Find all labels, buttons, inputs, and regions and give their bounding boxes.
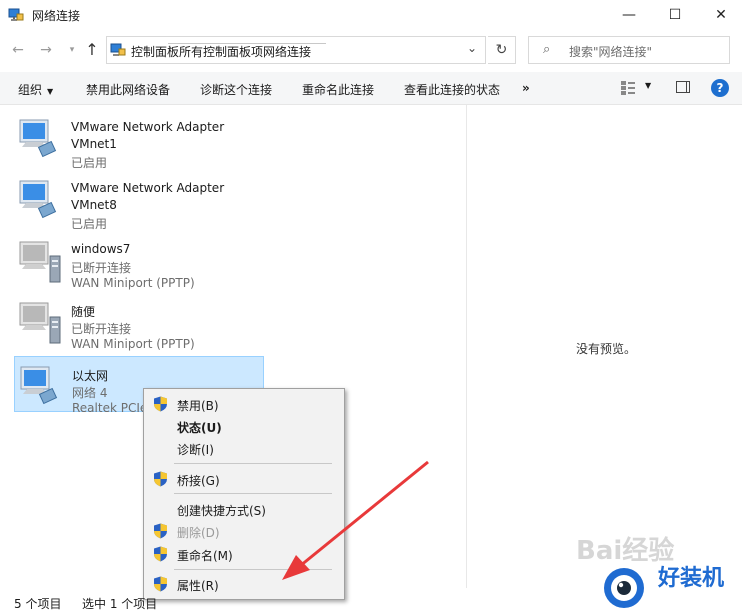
address-bar[interactable]: › 控制面板 › 所有控制面板项 › 网络连接 › ⌄ xyxy=(106,36,486,64)
ethernet-adapter-icon xyxy=(19,119,57,158)
no-preview-text: 没有预览。 xyxy=(576,342,637,356)
pane-divider[interactable] xyxy=(466,105,467,588)
command-bar: 组织 ▼ 禁用此网络设备 诊断这个连接 重命名此连接 查看此连接的状态 » ▼ ? xyxy=(0,72,742,105)
list-item[interactable]: 随便 已断开连接 WAN Miniport (PPTP) xyxy=(14,293,264,351)
uac-shield-icon xyxy=(154,523,167,539)
maximize-button[interactable]: ☐ xyxy=(652,0,698,30)
rename-connection-button[interactable]: 重命名此连接 xyxy=(302,81,374,98)
forward-arrow-icon[interactable]: → xyxy=(36,41,56,59)
vpn-connection-icon xyxy=(19,241,61,283)
breadcrumb-all-control-panel-items[interactable]: 所有控制面板项 xyxy=(179,45,263,59)
uac-shield-icon xyxy=(154,396,167,412)
refresh-icon[interactable]: ↻ xyxy=(488,36,516,64)
list-item[interactable]: VMware Network Adapter VMnet1 已启用 xyxy=(14,110,264,170)
list-item[interactable]: VMware Network Adapter VMnet8 已启用 xyxy=(14,171,264,231)
search-box[interactable]: ⌕ 搜索"网络连接" xyxy=(528,36,730,64)
control-panel-icon xyxy=(110,43,126,56)
back-arrow-icon[interactable]: ← xyxy=(8,41,28,59)
connection-device: Realtek PCIe xyxy=(72,401,148,415)
connection-status: 已断开连接 xyxy=(71,322,132,336)
menu-item-label: 状态(U) xyxy=(177,421,222,435)
up-arrow-icon[interactable]: ↑ xyxy=(82,41,102,59)
address-dropdown-icon[interactable]: ⌄ xyxy=(467,41,477,55)
menu-item-label: 创建快捷方式(S) xyxy=(177,504,266,518)
menu-item-label: 重命名(M) xyxy=(177,549,233,563)
menu-separator xyxy=(174,493,332,494)
disable-device-button[interactable]: 禁用此网络设备 xyxy=(86,81,170,98)
window-title: 网络连接 xyxy=(32,9,81,23)
view-options-icon[interactable] xyxy=(620,80,636,96)
connection-status: 已启用 xyxy=(71,156,108,170)
address-row: ← → ▾ ↑ › 控制面板 › 所有控制面板项 › 网络连接 › ⌄ ↻ ⌕ 搜索"网络连… xyxy=(0,34,742,66)
vpn-connection-icon xyxy=(19,302,61,344)
search-icon: ⌕ xyxy=(543,42,551,57)
network-connections-app-icon xyxy=(8,8,24,21)
title-bar: 网络连接 — ☐ ✕ xyxy=(0,0,742,30)
menu-separator xyxy=(174,463,332,464)
watermark-haozhuangji: 好装机 xyxy=(658,566,725,591)
breadcrumb: › 控制面板 › 所有控制面板项 › 网络连接 › xyxy=(131,43,326,60)
organize-menu-button[interactable]: 组织 ▼ xyxy=(18,81,53,98)
connection-device: WAN Miniport (PPTP) xyxy=(71,337,195,351)
more-commands-button[interactable]: » xyxy=(522,81,530,95)
close-button[interactable]: ✕ xyxy=(698,0,742,30)
ethernet-adapter-icon xyxy=(20,366,58,405)
connection-network: 网络 4 xyxy=(72,386,108,400)
connection-device: WAN Miniport (PPTP) xyxy=(71,276,195,290)
breadcrumb-separator[interactable]: › xyxy=(168,43,326,54)
connection-name: 以太网 xyxy=(72,369,109,383)
connection-name: VMware Network Adapter xyxy=(71,181,225,195)
breadcrumb-network-connections[interactable]: 网络连接 xyxy=(263,45,311,59)
connection-name: VMware Network Adapter xyxy=(71,120,225,134)
connection-status: 已断开连接 xyxy=(71,261,132,275)
list-item[interactable]: windows7 已断开连接 WAN Miniport (PPTP) xyxy=(14,232,264,290)
search-input[interactable]: 搜索"网络连接" xyxy=(569,43,652,60)
connection-network: VMnet1 xyxy=(71,137,117,151)
item-count: 5 个项目 xyxy=(14,597,62,611)
uac-shield-icon xyxy=(154,471,167,487)
diagnose-connection-button[interactable]: 诊断这个连接 xyxy=(200,81,272,98)
connection-name: 随便 xyxy=(71,305,96,319)
menu-item-disable[interactable]: 禁用(B) xyxy=(144,393,344,415)
menu-item-delete: 删除(D) xyxy=(144,520,344,542)
selected-count: 选中 1 个项目 xyxy=(82,597,158,611)
menu-item-label: 桥接(G) xyxy=(177,474,220,488)
recent-locations-chevron-icon[interactable]: ▾ xyxy=(62,41,82,59)
menu-separator xyxy=(174,569,332,570)
menu-item-create-shortcut[interactable]: 创建快捷方式(S) xyxy=(144,498,344,520)
connection-name: windows7 xyxy=(71,242,131,256)
menu-item-diagnose[interactable]: 诊断(I) xyxy=(144,437,344,459)
minimize-button[interactable]: — xyxy=(606,0,652,30)
menu-item-status[interactable]: 状态(U) xyxy=(144,415,344,437)
menu-item-bridge[interactable]: 桥接(G) xyxy=(144,468,344,490)
context-menu: 禁用(B) 状态(U) 诊断(I) 桥接(G) 创建快捷方式(S) 删除(D) … xyxy=(143,388,345,600)
connection-network: VMnet8 xyxy=(71,198,117,212)
organize-label: 组织 xyxy=(18,83,43,97)
view-options-dropdown-icon[interactable]: ▼ xyxy=(645,81,651,90)
chevron-down-icon: ▼ xyxy=(47,87,54,96)
uac-shield-icon xyxy=(154,546,167,562)
help-icon[interactable]: ? xyxy=(711,79,729,97)
menu-item-rename[interactable]: 重命名(M) xyxy=(144,543,344,565)
menu-item-label: 禁用(B) xyxy=(177,399,219,413)
menu-item-label: 诊断(I) xyxy=(177,443,214,457)
watermark-logo-icon xyxy=(604,568,644,608)
menu-item-label: 删除(D) xyxy=(177,526,220,540)
view-status-button[interactable]: 查看此连接的状态 xyxy=(404,81,500,98)
ethernet-adapter-icon xyxy=(19,180,57,219)
connection-status: 已启用 xyxy=(71,217,108,231)
preview-pane-icon[interactable] xyxy=(676,81,690,93)
